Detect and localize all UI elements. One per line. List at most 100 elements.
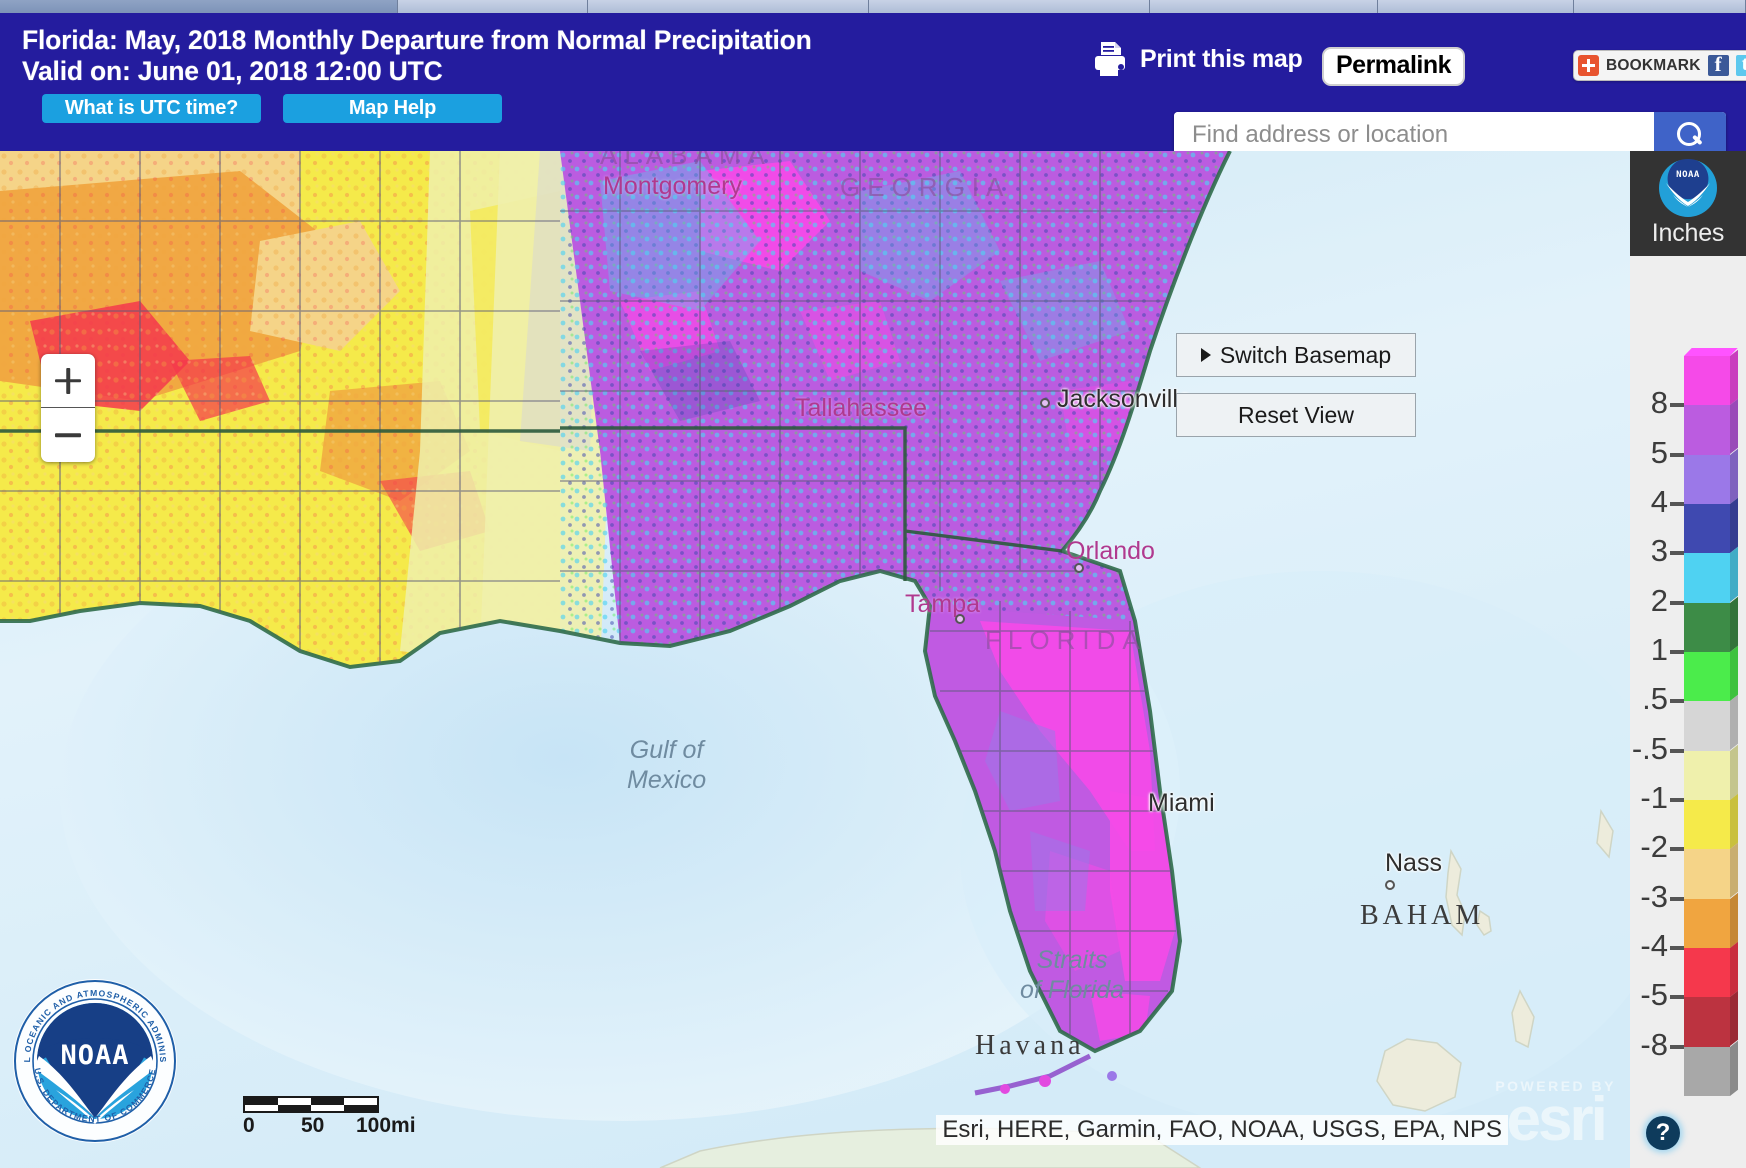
legend-band-7 <box>1684 695 1738 751</box>
page-title-line2: Valid on: June 01, 2018 12:00 UTC <box>22 56 443 86</box>
browser-tab-3[interactable] <box>869 0 1150 13</box>
map-attribution[interactable]: Esri, HERE, Garmin, FAO, NOAA, USGS, EPA… <box>936 1115 1508 1145</box>
zoom-in-button[interactable] <box>41 354 95 408</box>
browser-tab-5[interactable] <box>1378 0 1574 13</box>
legend-tick-mark <box>1670 946 1684 950</box>
legend-tick-label: 1 <box>1650 632 1668 667</box>
map-canvas <box>0 151 1746 1168</box>
browser-tabstrip[interactable] <box>0 0 1746 13</box>
application-root: Florida: May, 2018 Monthly Departure fro… <box>0 0 1746 1168</box>
legend-tick-mark <box>1670 551 1684 556</box>
legend-tick-label: 2 <box>1650 582 1668 618</box>
page-header: Florida: May, 2018 Monthly Departure fro… <box>0 13 1746 157</box>
legend-band-side <box>1730 941 1738 998</box>
legend-band-side <box>1730 596 1738 652</box>
legend-band-9 <box>1684 793 1738 850</box>
legend-panel: NOAA Inches 8 5 4 3 2 1 .5 -.5 -1 -2 -3 -4 -5 -8 ? <box>1630 151 1746 1168</box>
legend-band-side <box>1730 349 1738 406</box>
svg-text:NOAA: NOAA <box>60 1040 129 1071</box>
legend-band-3 <box>1684 497 1738 554</box>
esri-wordmark: esri <box>1506 1085 1607 1154</box>
printer-icon <box>1090 40 1130 78</box>
legend-band-6 <box>1684 645 1738 702</box>
legend-units-title: Inches <box>1651 219 1725 247</box>
legend-tick-label: .5 <box>1642 681 1668 717</box>
legend-tick-mark <box>1670 896 1684 901</box>
esri-logo: POWERED BY esri <box>1495 1078 1616 1154</box>
header-button-row: What is UTC time? Map Help <box>42 94 502 123</box>
browser-tab-6[interactable] <box>1574 0 1746 13</box>
seagull-icon <box>1666 183 1710 207</box>
minus-icon <box>55 433 81 437</box>
legend-tick-mark <box>1670 847 1684 852</box>
legend-tick-label: -.5 <box>1631 730 1668 766</box>
map-city-dot-6 <box>1385 880 1395 890</box>
map-viewport[interactable]: Montgomery Jacksonville Tallahassee Orlando… <box>0 151 1746 1168</box>
legend-band-side <box>1730 843 1738 899</box>
legend-tick-label: 4 <box>1650 484 1668 519</box>
legend-band-13 <box>1684 991 1738 1047</box>
legend-body: 8 5 4 3 2 1 .5 -.5 -1 -2 -3 -4 -5 -8 ? <box>1630 256 1746 1168</box>
what-is-utc-time-button[interactable]: What is UTC time? <box>42 94 261 123</box>
legend-tick-label: -4 <box>1640 928 1668 963</box>
browser-tab-2[interactable] <box>588 0 869 13</box>
legend-tick-mark <box>1670 748 1684 753</box>
reset-view-button[interactable]: Reset View <box>1176 393 1416 437</box>
help-icon[interactable]: ? <box>1646 1116 1680 1150</box>
facebook-icon[interactable] <box>1707 52 1729 77</box>
legend-tick-label: -3 <box>1640 878 1668 914</box>
legend-tick-label: -1 <box>1640 780 1668 815</box>
legend-tick-label: 5 <box>1650 434 1668 470</box>
legend-band-8 <box>1684 744 1738 800</box>
map-help-button[interactable]: Map Help <box>283 94 502 123</box>
legend-tick-mark <box>1670 600 1684 605</box>
legend-tick-mark <box>1670 1044 1684 1049</box>
scale-label-0: 0 <box>243 1114 255 1137</box>
map-button-group: Switch Basemap Reset View <box>1176 333 1416 453</box>
legend-header: NOAA Inches <box>1630 151 1746 256</box>
noaa-seal-logo: NOAA NATIONAL OCEANIC AND ATMOSPHERIC AD… <box>8 970 178 1144</box>
permalink-button[interactable]: Permalink <box>1322 47 1466 86</box>
legend-tick-label: -5 <box>1640 977 1668 1013</box>
zoom-out-button[interactable] <box>41 408 95 462</box>
zoom-control <box>41 354 95 462</box>
browser-tab-1[interactable] <box>398 0 588 13</box>
page-title-line1: Florida: May, 2018 Monthly Departure fro… <box>22 25 812 55</box>
print-this-map-button[interactable]: Print this map <box>1090 40 1303 78</box>
legend-band-1 <box>1684 399 1738 455</box>
bookmark-widget[interactable]: BOOKMARK ... <box>1573 50 1746 81</box>
legend-band-5 <box>1684 596 1738 652</box>
legend-tick-label: -2 <box>1640 829 1668 865</box>
legend-band-2 <box>1684 448 1738 504</box>
legend-band-side <box>1730 399 1738 455</box>
noaa-mini-wordmark: NOAA <box>1676 170 1700 180</box>
chevron-right-icon <box>1200 348 1211 362</box>
legend-band-10 <box>1684 843 1738 899</box>
search-icon <box>1677 121 1703 148</box>
bookmark-label: BOOKMARK <box>1606 56 1701 74</box>
map-scale-bar: 0 50 100mi <box>243 1096 423 1138</box>
switch-basemap-button[interactable]: Switch Basemap <box>1176 333 1416 377</box>
addthis-plus-icon[interactable] <box>1578 55 1599 76</box>
scale-label-50: 50 <box>301 1114 325 1137</box>
switch-basemap-label: Switch Basemap <box>1219 341 1392 368</box>
legend-band-side <box>1730 744 1738 800</box>
twitter-icon[interactable] <box>1735 53 1746 76</box>
legend-band-14 <box>1684 1040 1738 1096</box>
print-this-map-label: Print this map <box>1140 44 1303 73</box>
legend-tick-mark <box>1670 650 1684 654</box>
legend-tick-mark <box>1670 798 1684 802</box>
legend-band-side <box>1730 497 1738 554</box>
legend-band-side <box>1730 645 1738 702</box>
legend-ramp-cap <box>1684 348 1738 356</box>
legend-band-side <box>1730 547 1738 603</box>
browser-tab-4[interactable] <box>1150 0 1378 13</box>
legend-band-12 <box>1684 941 1738 998</box>
legend-band-11 <box>1684 892 1738 948</box>
map-city-dot-1 <box>1040 398 1050 408</box>
legend-tick-label: 8 <box>1650 385 1668 421</box>
reset-view-label: Reset View <box>1238 401 1354 428</box>
browser-tab-0[interactable] <box>0 0 398 13</box>
page-title: Florida: May, 2018 Monthly Departure fro… <box>22 25 812 87</box>
legend-band-side <box>1730 793 1738 850</box>
